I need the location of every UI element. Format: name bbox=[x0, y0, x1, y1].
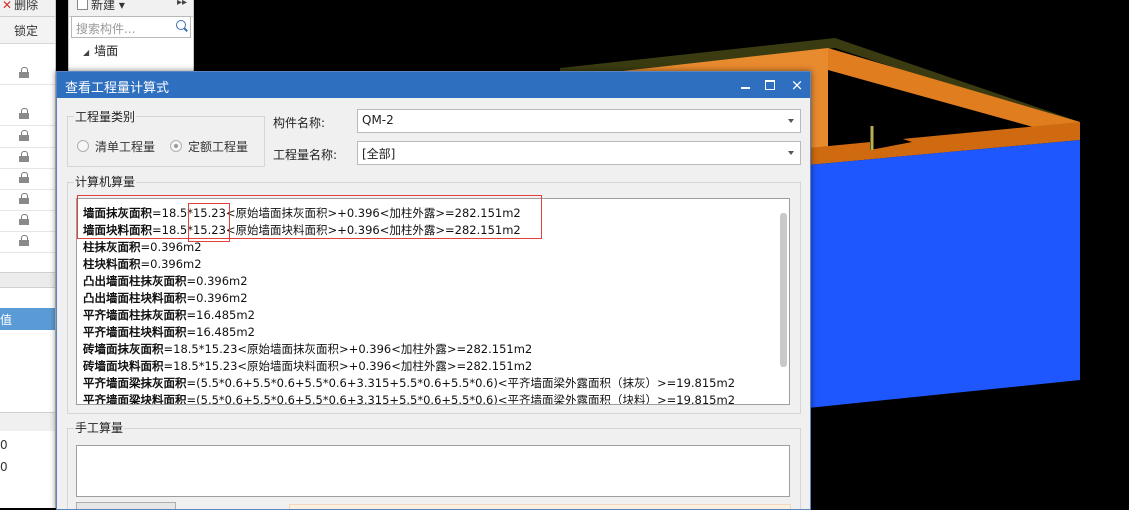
table-row[interactable] bbox=[0, 147, 55, 169]
quantity-type-label: 工程量类别 bbox=[74, 108, 137, 125]
search-icon[interactable] bbox=[176, 20, 186, 30]
lock-icon[interactable] bbox=[19, 130, 30, 141]
panel-separator-2 bbox=[0, 412, 55, 431]
component-name-label: 构件名称: bbox=[273, 116, 326, 130]
panel-separator bbox=[0, 272, 55, 288]
quantity-name-label: 工程量名称: bbox=[273, 148, 338, 162]
highlight-box-small bbox=[188, 203, 230, 242]
new-doc-icon bbox=[77, 0, 88, 10]
wall-front-face bbox=[808, 140, 1080, 408]
lock-icon[interactable] bbox=[19, 172, 30, 183]
component-name-value: QM-2 bbox=[362, 113, 394, 127]
selected-row[interactable]: 值 bbox=[0, 308, 55, 330]
table-row[interactable] bbox=[0, 168, 55, 190]
tree-collapse-icon[interactable]: ◢ bbox=[83, 48, 89, 57]
radio-label: 清单工程量 bbox=[95, 140, 156, 154]
component-search-input[interactable]: 搜索构件... bbox=[71, 16, 191, 38]
radio-circle[interactable] bbox=[77, 140, 89, 152]
table-row[interactable] bbox=[0, 210, 55, 232]
lock-icon[interactable] bbox=[19, 151, 30, 162]
new-button[interactable]: 新建 ▾ bbox=[77, 0, 125, 13]
table-row[interactable] bbox=[0, 104, 55, 126]
tree-item-label: 墙面 bbox=[94, 44, 119, 58]
table-row[interactable] bbox=[0, 63, 55, 85]
table-row[interactable] bbox=[0, 189, 55, 211]
lock-icon[interactable] bbox=[19, 193, 30, 204]
formula-line: 柱块料面积=0.396m2 bbox=[83, 257, 202, 271]
row-number: 0 bbox=[0, 460, 8, 474]
lock-icon[interactable] bbox=[19, 108, 30, 119]
chevron-down-icon[interactable] bbox=[788, 151, 794, 155]
left-properties-panel: ✕ 删除 锁定 值 0 0 bbox=[0, 0, 56, 508]
formula-line: 砖墙面抹灰面积=18.5*15.23<原始墙面抹灰面积>+0.396<加柱外露>… bbox=[83, 342, 533, 356]
chevron-down-icon[interactable] bbox=[788, 119, 794, 123]
formula-line: 凸出墙面柱抹灰面积=0.396m2 bbox=[83, 274, 248, 288]
formula-line: 柱抹灰面积=0.396m2 bbox=[83, 240, 202, 254]
delete-button[interactable]: ✕ 删除 bbox=[2, 0, 38, 13]
highlight-box-large bbox=[77, 195, 542, 239]
manual-formula-textbox[interactable] bbox=[76, 445, 790, 497]
formula-line: 砖墙面块料面积=18.5*15.23<原始墙面块料面积>+0.396<加柱外露>… bbox=[83, 359, 533, 373]
formula-line: 平齐墙面柱抹灰面积=16.485m2 bbox=[83, 308, 255, 322]
lock-icon[interactable] bbox=[19, 235, 30, 246]
dialog-title: 查看工程量计算式 bbox=[65, 81, 170, 96]
new-label: 新建 bbox=[91, 0, 116, 12]
vertical-scrollbar[interactable] bbox=[780, 213, 787, 367]
row-number: 0 bbox=[0, 438, 8, 452]
table-row[interactable] bbox=[0, 126, 55, 148]
dialog-title-bar[interactable]: 查看工程量计算式 × bbox=[57, 72, 810, 98]
radio-circle-checked[interactable] bbox=[170, 140, 182, 152]
formula-line: 平齐墙面柱块料面积=16.485m2 bbox=[83, 325, 255, 339]
radio-label: 定额工程量 bbox=[188, 140, 249, 154]
delete-label: 删除 bbox=[14, 0, 39, 12]
bottom-notice bbox=[289, 504, 791, 509]
component-name-select[interactable]: QM-2 bbox=[357, 109, 801, 133]
quantity-formula-dialog: 查看工程量计算式 × 工程量类别 清单工程量 定额工程量 构件名称: QM-2 … bbox=[56, 71, 811, 510]
selected-row-text: 值 bbox=[0, 313, 13, 327]
bottom-button[interactable] bbox=[76, 502, 176, 509]
formula-line: 平齐墙面梁抹灰面积=(5.5*0.6+5.5*0.6+5.5*0.6+3.315… bbox=[83, 376, 736, 390]
lock-header-label: 锁定 bbox=[14, 24, 39, 38]
minimize-icon[interactable] bbox=[735, 75, 755, 95]
quantity-name-value: [全部] bbox=[362, 147, 396, 161]
close-icon[interactable]: × bbox=[787, 75, 807, 95]
radio-bill-quantity[interactable]: 清单工程量 bbox=[77, 138, 155, 155]
tree-item-wall-surface[interactable]: ◢ 墙面 bbox=[83, 42, 118, 59]
table-row[interactable] bbox=[0, 231, 55, 253]
formula-line: 平齐墙面梁块料面积=(5.5*0.6+5.5*0.6+5.5*0.6+3.315… bbox=[83, 393, 736, 405]
lock-icon[interactable] bbox=[19, 67, 30, 78]
quantity-name-select[interactable]: [全部] bbox=[357, 141, 801, 165]
search-placeholder: 搜索构件... bbox=[76, 22, 136, 36]
manual-quantity-label: 手工算量 bbox=[74, 419, 125, 436]
computed-quantity-label: 计算机算量 bbox=[74, 173, 137, 190]
maximize-icon[interactable] bbox=[760, 75, 780, 95]
lock-icon[interactable] bbox=[19, 214, 30, 225]
radio-quota-quantity[interactable]: 定额工程量 bbox=[170, 138, 248, 155]
formula-line: 凸出墙面柱块料面积=0.396m2 bbox=[83, 291, 248, 305]
lock-column-header[interactable]: 锁定 bbox=[0, 17, 55, 44]
expand-toolbar-icon[interactable]: ▸▸ bbox=[177, 0, 187, 8]
